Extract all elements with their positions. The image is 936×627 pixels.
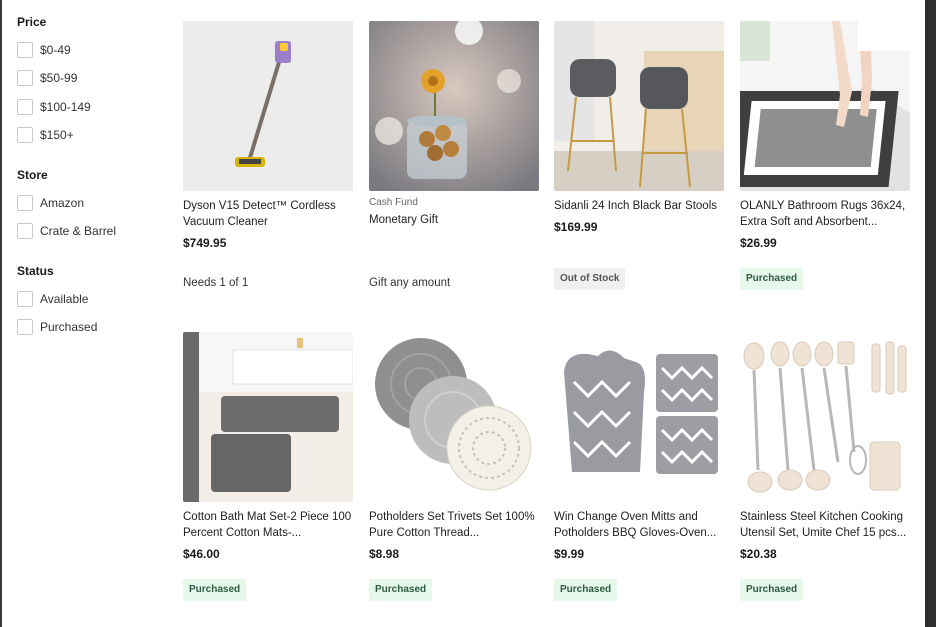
product-card[interactable]: Potholders Set Trivets Set 100% Pure Cot… — [369, 332, 539, 612]
product-price: $749.95 — [183, 236, 227, 250]
checkbox[interactable] — [17, 319, 33, 335]
bar-stools-image[interactable] — [554, 21, 724, 191]
product-card[interactable]: Cotton Bath Mat Set-2 Piece 100 Percent … — [183, 332, 353, 612]
gift-amount-note: Gift any amount — [369, 277, 451, 289]
status-badge: Purchased — [740, 579, 804, 601]
cash-fund-tag: Cash Fund — [369, 197, 418, 208]
checkbox[interactable] — [17, 99, 33, 115]
product-card[interactable]: Dyson V15 Detect™ Cordless Vacuum Cleane… — [183, 21, 353, 301]
filter-status-purchased[interactable]: Purchased — [17, 318, 97, 336]
filter-label: Crate & Barrel — [40, 224, 117, 238]
product-name[interactable]: Stainless Steel Kitchen Cooking Utensil … — [740, 509, 910, 541]
filter-label: $0-49 — [40, 43, 71, 57]
checkbox[interactable] — [17, 195, 33, 211]
filter-label: $50-99 — [40, 71, 78, 85]
status-badge: Purchased — [740, 268, 804, 290]
checkbox[interactable] — [17, 70, 33, 86]
product-card[interactable]: Stainless Steel Kitchen Cooking Utensil … — [740, 332, 910, 612]
window-border-left — [0, 0, 2, 627]
window-border-right — [925, 0, 936, 627]
product-name[interactable]: Sidanli 24 Inch Black Bar Stools — [554, 198, 724, 214]
filter-store-amazon[interactable]: Amazon — [17, 194, 84, 212]
product-name[interactable]: Monetary Gift — [369, 212, 539, 228]
checkbox[interactable] — [17, 127, 33, 143]
filter-status-available[interactable]: Available — [17, 290, 88, 308]
product-price: $46.00 — [183, 547, 220, 561]
price-filter-heading: Price — [17, 15, 47, 29]
product-price: $26.99 — [740, 236, 777, 250]
filter-price-0-49[interactable]: $0-49 — [17, 41, 71, 59]
product-price: $9.99 — [554, 547, 585, 561]
store-filter-heading: Store — [17, 168, 48, 182]
oven-mitts-image[interactable] — [554, 332, 724, 502]
product-name[interactable]: Cotton Bath Mat Set-2 Piece 100 Percent … — [183, 509, 353, 541]
product-price: $169.99 — [554, 220, 598, 234]
status-badge: Purchased — [183, 579, 247, 601]
coin-jar-image[interactable] — [369, 21, 539, 191]
filter-label: Amazon — [40, 196, 85, 210]
filter-price-100-149[interactable]: $100-149 — [17, 98, 91, 116]
filter-label: Available — [40, 292, 89, 306]
product-name[interactable]: OLANLY Bathroom Rugs 36x24, Extra Soft a… — [740, 198, 910, 230]
filter-label: Purchased — [40, 320, 98, 334]
checkbox[interactable] — [17, 223, 33, 239]
vacuum-image[interactable] — [183, 21, 353, 191]
bath-rug-image[interactable] — [740, 21, 910, 191]
product-card[interactable]: Cash Fund Monetary Gift Gift any amount — [369, 21, 539, 301]
product-price: $8.98 — [369, 547, 400, 561]
status-badge: Out of Stock — [554, 268, 626, 290]
filter-store-crate-barrel[interactable]: Crate & Barrel — [17, 222, 116, 240]
product-price: $20.38 — [740, 547, 777, 561]
trivets-image[interactable] — [369, 332, 539, 502]
product-card[interactable]: Win Change Oven Mitts and Potholders BBQ… — [554, 332, 724, 612]
filter-label: $100-149 — [40, 100, 91, 114]
product-card[interactable]: OLANLY Bathroom Rugs 36x24, Extra Soft a… — [740, 21, 910, 301]
status-badge: Purchased — [369, 579, 433, 601]
status-badge: Purchased — [554, 579, 618, 601]
product-name[interactable]: Potholders Set Trivets Set 100% Pure Cot… — [369, 509, 539, 541]
filter-price-50-99[interactable]: $50-99 — [17, 69, 77, 87]
status-filter-heading: Status — [17, 264, 54, 278]
product-card[interactable]: Sidanli 24 Inch Black Bar Stools $169.99… — [554, 21, 724, 301]
utensil-set-image[interactable] — [740, 332, 910, 502]
checkbox[interactable] — [17, 291, 33, 307]
filter-label: $150+ — [40, 128, 74, 142]
bath-mat-set-image[interactable] — [183, 332, 353, 502]
needs-count: Needs 1 of 1 — [183, 277, 249, 289]
product-name[interactable]: Dyson V15 Detect™ Cordless Vacuum Cleane… — [183, 198, 353, 230]
checkbox[interactable] — [17, 42, 33, 58]
product-name[interactable]: Win Change Oven Mitts and Potholders BBQ… — [554, 509, 724, 541]
filter-price-150-plus[interactable]: $150+ — [17, 126, 74, 144]
